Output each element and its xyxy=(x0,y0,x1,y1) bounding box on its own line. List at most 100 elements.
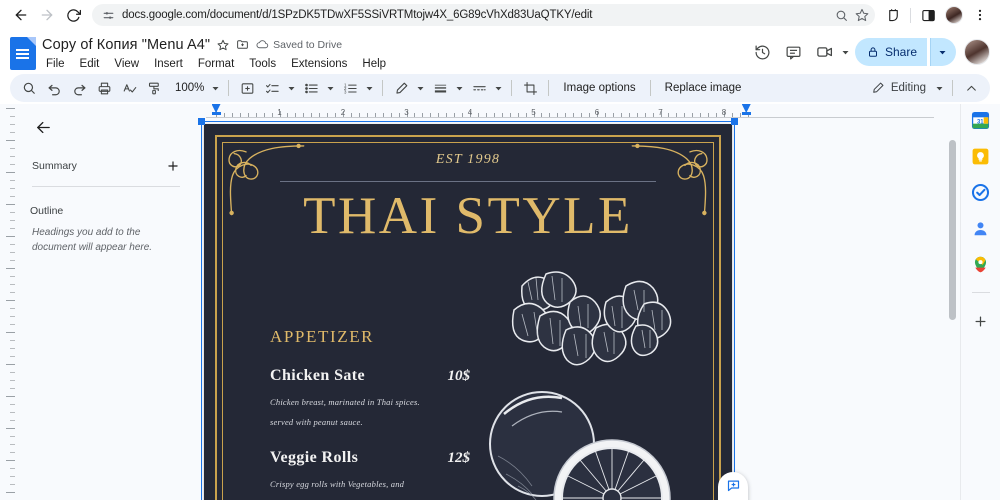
border-weight-dropdown[interactable] xyxy=(453,84,466,93)
redo-button[interactable] xyxy=(67,76,91,100)
paint-format-button[interactable] xyxy=(142,76,166,100)
document-scroll-area[interactable]: EST 1998 THAI STYLE APPETIZER Chicken Sa… xyxy=(196,118,960,500)
vertical-scrollbar[interactable] xyxy=(949,140,956,320)
menu-format[interactable]: Format xyxy=(196,57,236,71)
google-contacts-icon[interactable] xyxy=(971,218,991,238)
chrome-menu-button[interactable] xyxy=(968,3,992,27)
border-weight-button[interactable] xyxy=(428,76,452,100)
profile-button[interactable] xyxy=(942,3,966,27)
toolbar-divider xyxy=(548,80,550,96)
menu-item-row: Veggie Rolls 12$ xyxy=(270,449,470,467)
meet-dropdown[interactable] xyxy=(839,48,852,57)
menu-poster-image[interactable]: EST 1998 THAI STYLE APPETIZER Chicken Sa… xyxy=(204,124,732,500)
forward-arrow-icon xyxy=(41,9,53,21)
forward-button[interactable] xyxy=(34,2,60,28)
add-app-button[interactable] xyxy=(971,311,991,331)
document-canvas[interactable]: 12345678 EST 1998 THAI STYLE APPETIZER C… xyxy=(196,104,960,500)
replace-image-button[interactable]: Replace image xyxy=(657,76,750,100)
document-page[interactable]: EST 1998 THAI STYLE APPETIZER Chicken Sa… xyxy=(204,124,732,500)
bookmark-star-icon[interactable] xyxy=(855,8,869,22)
google-maps-icon[interactable] xyxy=(971,254,991,274)
outline-close-button[interactable] xyxy=(30,114,56,140)
menu-edit[interactable]: Edit xyxy=(78,57,102,71)
vertical-ruler-tick xyxy=(10,188,15,189)
version-history-button[interactable] xyxy=(749,38,777,66)
menu-help[interactable]: Help xyxy=(360,57,388,71)
undo-button[interactable] xyxy=(42,76,66,100)
editing-mode-button[interactable]: Editing xyxy=(863,76,932,100)
avatar[interactable] xyxy=(964,39,990,65)
spellcheck-button[interactable] xyxy=(117,76,141,100)
vertical-ruler-tick xyxy=(10,212,15,213)
shrimp-engraving-illustration xyxy=(511,271,672,366)
cloud-saved-icon xyxy=(256,38,269,51)
editing-mode-dropdown[interactable] xyxy=(933,84,946,93)
split-view-button[interactable] xyxy=(916,3,940,27)
search-button[interactable] xyxy=(17,76,41,100)
menu-insert[interactable]: Insert xyxy=(152,57,185,71)
google-meet-button[interactable] xyxy=(811,38,839,66)
vertical-ruler[interactable] xyxy=(0,104,18,500)
bulleted-list-button[interactable] xyxy=(299,76,323,100)
comments-button[interactable] xyxy=(780,38,808,66)
menu-file[interactable]: File xyxy=(44,57,67,71)
toolbar-divider xyxy=(511,80,513,96)
extensions-button[interactable] xyxy=(881,3,905,27)
reload-button[interactable] xyxy=(60,2,86,28)
google-tasks-icon[interactable] xyxy=(971,182,991,202)
bulleted-list-dropdown[interactable] xyxy=(324,84,337,93)
search-icon[interactable] xyxy=(835,9,848,22)
rail-divider xyxy=(971,292,990,293)
image-options-button[interactable]: Image options xyxy=(555,76,643,100)
checklist-button[interactable] xyxy=(260,76,284,100)
numbered-list-button[interactable]: 123 xyxy=(338,76,362,100)
checklist-dropdown[interactable] xyxy=(285,84,298,93)
chevron-down-icon xyxy=(327,86,334,90)
share-button[interactable]: Share xyxy=(854,38,927,66)
collapse-toolbar-button[interactable] xyxy=(959,76,983,100)
vertical-ruler-tick xyxy=(6,396,15,397)
add-comment-button[interactable] xyxy=(726,478,741,493)
selection-handle-top-right[interactable] xyxy=(731,118,738,125)
menu-tools[interactable]: Tools xyxy=(247,57,278,71)
move-to-folder-icon[interactable] xyxy=(236,38,249,51)
menu-view[interactable]: View xyxy=(112,57,141,71)
star-icon[interactable] xyxy=(217,39,229,51)
border-color-icon xyxy=(396,82,408,94)
numbered-list-dropdown[interactable] xyxy=(363,84,376,93)
ruler-tick xyxy=(430,113,432,117)
insert-image-button[interactable] xyxy=(235,76,259,100)
border-dash-dropdown[interactable] xyxy=(492,84,505,93)
horizontal-ruler[interactable]: 1 2 3 4 5 6 7 8 xyxy=(196,104,960,120)
zoom-dropdown[interactable] xyxy=(209,84,222,93)
site-settings-icon[interactable] xyxy=(102,9,115,22)
border-color-button[interactable] xyxy=(389,76,413,100)
address-bar[interactable]: docs.google.com/document/d/1SPzDK5TDwXF5… xyxy=(92,4,875,26)
zoom-level[interactable]: 100% xyxy=(167,76,208,100)
bulleted-list-icon xyxy=(305,83,318,93)
google-calendar-icon[interactable]: 31 xyxy=(971,110,991,130)
share-dropdown[interactable] xyxy=(930,38,956,66)
plus-icon xyxy=(975,316,986,326)
print-button[interactable] xyxy=(92,76,116,100)
vertical-ruler-tick xyxy=(10,380,15,381)
crop-icon xyxy=(523,81,537,95)
save-status[interactable]: Saved to Drive xyxy=(256,38,342,51)
google-docs-logo[interactable] xyxy=(10,37,36,70)
document-title[interactable]: Copy of Копия "Menu A4" xyxy=(42,37,210,53)
add-summary-button[interactable] xyxy=(166,159,180,173)
left-indent-marker-bar[interactable] xyxy=(211,112,221,115)
vertical-ruler-tick xyxy=(10,284,15,285)
right-indent-marker-bar[interactable] xyxy=(741,112,751,115)
menu-item-price: 12$ xyxy=(447,450,471,466)
vertical-ruler-tick xyxy=(10,484,15,485)
border-color-dropdown[interactable] xyxy=(414,84,427,93)
google-keep-icon[interactable] xyxy=(971,146,991,166)
print-icon xyxy=(98,82,110,94)
ruler-tick xyxy=(271,113,273,117)
menu-extensions[interactable]: Extensions xyxy=(289,57,349,71)
crop-button[interactable] xyxy=(518,76,542,100)
border-dash-button[interactable] xyxy=(467,76,491,100)
back-button[interactable] xyxy=(8,2,34,28)
vertical-ruler-tick xyxy=(6,364,15,365)
